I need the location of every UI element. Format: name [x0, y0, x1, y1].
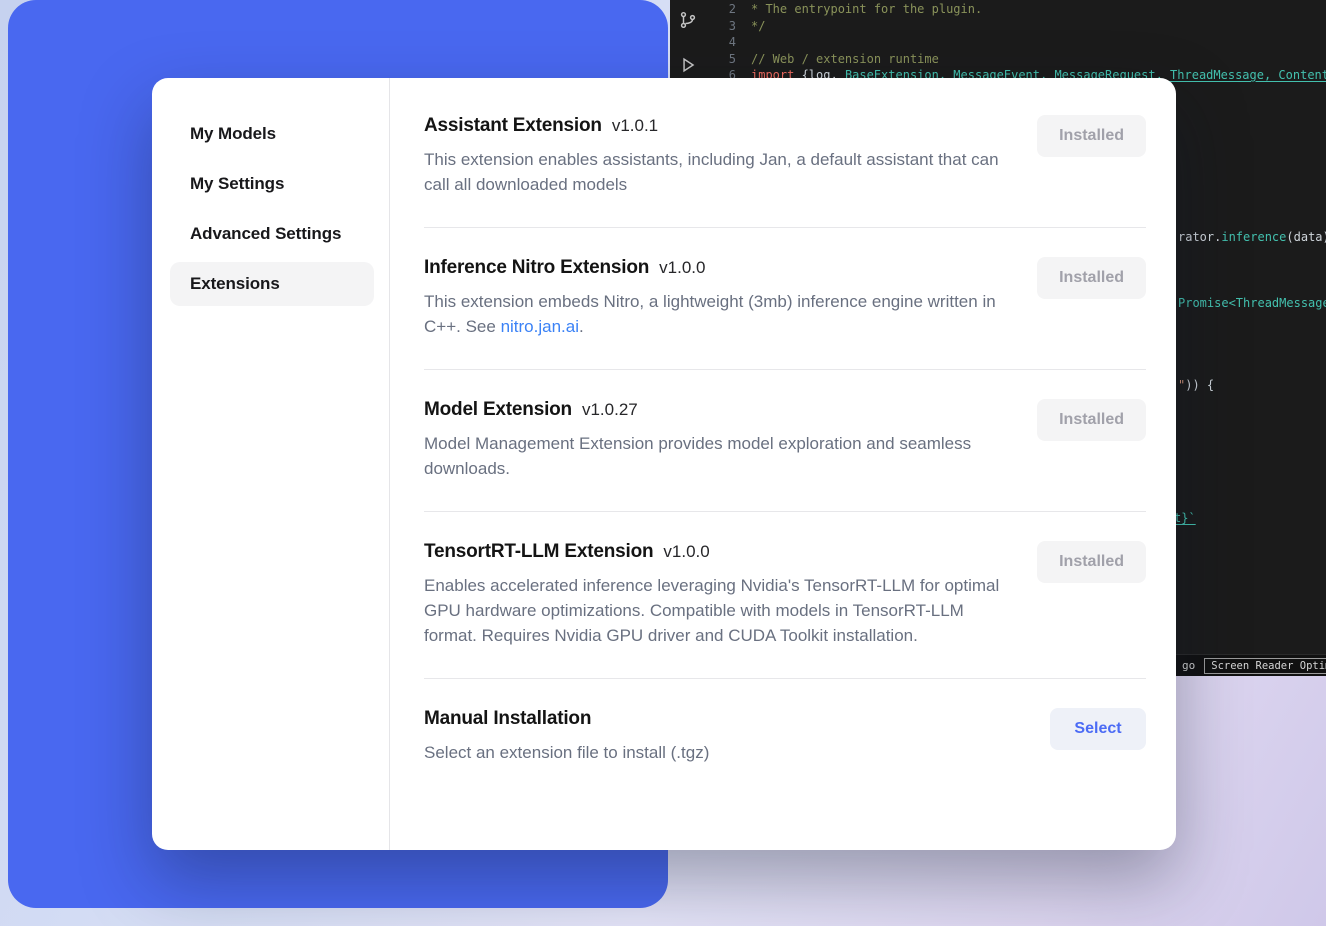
code-fragment: t}` — [1174, 511, 1196, 525]
installed-button[interactable]: Installed — [1037, 541, 1146, 583]
extension-title: Assistant Extension — [424, 115, 602, 137]
extension-info: Inference Nitro Extension v1.0.0 This ex… — [424, 257, 1007, 339]
code-text: * The entrypoint for the plugin. — [751, 1, 982, 18]
run-debug-icon[interactable] — [679, 56, 697, 74]
status-text: go — [1182, 659, 1195, 672]
extension-header: Assistant Extension v1.0.1 — [424, 115, 1007, 137]
extension-version: v1.0.27 — [582, 400, 638, 420]
extension-description: This extension embeds Nitro, a lightweig… — [424, 289, 1007, 339]
manual-installation-row: Manual Installation Select an extension … — [424, 679, 1146, 795]
extension-title: Inference Nitro Extension — [424, 257, 649, 279]
extension-row-assistant: Assistant Extension v1.0.1 This extensio… — [424, 86, 1146, 228]
code-line: 5 // Web / extension runtime — [710, 51, 1326, 68]
select-file-button[interactable]: Select — [1050, 708, 1146, 750]
extension-row-model: Model Extension v1.0.27 Model Management… — [424, 370, 1146, 512]
extension-description: Model Management Extension provides mode… — [424, 431, 1007, 481]
extension-header: TensortRT-LLM Extension v1.0.0 — [424, 541, 1007, 563]
sidebar-item-advanced-settings[interactable]: Advanced Settings — [170, 212, 374, 256]
sidebar-item-extensions[interactable]: Extensions — [170, 262, 374, 306]
extension-info: Manual Installation Select an extension … — [424, 708, 709, 765]
code-line: 2 * The entrypoint for the plugin. — [710, 1, 1326, 18]
extension-row-inference-nitro: Inference Nitro Extension v1.0.0 This ex… — [424, 228, 1146, 370]
line-number: 2 — [710, 1, 736, 18]
extension-header: Manual Installation — [424, 708, 709, 730]
extension-row-tensorrt-llm: TensortRT-LLM Extension v1.0.0 Enables a… — [424, 512, 1146, 679]
nitro-jan-ai-link[interactable]: nitro.jan.ai — [501, 317, 579, 336]
code-text: // Web / extension runtime — [751, 51, 939, 68]
sidebar-item-my-settings[interactable]: My Settings — [170, 162, 374, 206]
extension-title: TensortRT-LLM Extension — [424, 541, 653, 563]
manual-installation-description: Select an extension file to install (.tg… — [424, 740, 709, 765]
extension-description: This extension enables assistants, inclu… — [424, 147, 1007, 197]
installed-button[interactable]: Installed — [1037, 257, 1146, 299]
editor-code-area: 2 * The entrypoint for the plugin. 3 */ … — [710, 1, 1326, 84]
settings-modal: My Models My Settings Advanced Settings … — [152, 78, 1176, 850]
code-fragment: rator.inference(data)); — [1178, 230, 1326, 244]
extension-header: Model Extension v1.0.27 — [424, 399, 1007, 421]
manual-installation-title: Manual Installation — [424, 708, 591, 730]
line-number: 5 — [710, 51, 736, 68]
extension-title: Model Extension — [424, 399, 572, 421]
extensions-list: Assistant Extension v1.0.1 This extensio… — [390, 78, 1176, 850]
settings-sidebar: My Models My Settings Advanced Settings … — [152, 78, 390, 850]
extension-version: v1.0.0 — [663, 542, 709, 562]
extension-info: TensortRT-LLM Extension v1.0.0 Enables a… — [424, 541, 1007, 648]
line-number: 3 — [710, 18, 736, 35]
installed-button[interactable]: Installed — [1037, 115, 1146, 157]
extension-version: v1.0.1 — [612, 116, 658, 136]
sidebar-item-my-models[interactable]: My Models — [170, 112, 374, 156]
code-fragment: ")) { — [1178, 378, 1214, 392]
source-control-icon[interactable] — [679, 11, 697, 29]
code-fragment: Promise<ThreadMessage> — [1178, 296, 1326, 310]
code-line: 4 — [710, 34, 1326, 51]
screen-reader-optimized-badge[interactable]: Screen Reader Optimized — [1204, 658, 1326, 674]
desktop-background: 2 * The entrypoint for the plugin. 3 */ … — [0, 0, 1326, 926]
extension-info: Model Extension v1.0.27 Model Management… — [424, 399, 1007, 481]
extension-version: v1.0.0 — [659, 258, 705, 278]
extension-info: Assistant Extension v1.0.1 This extensio… — [424, 115, 1007, 197]
installed-button[interactable]: Installed — [1037, 399, 1146, 441]
code-line: 3 */ — [710, 18, 1326, 35]
code-text: */ — [751, 18, 765, 35]
extension-description: Enables accelerated inference leveraging… — [424, 573, 1007, 648]
extension-header: Inference Nitro Extension v1.0.0 — [424, 257, 1007, 279]
line-number: 4 — [710, 34, 736, 51]
